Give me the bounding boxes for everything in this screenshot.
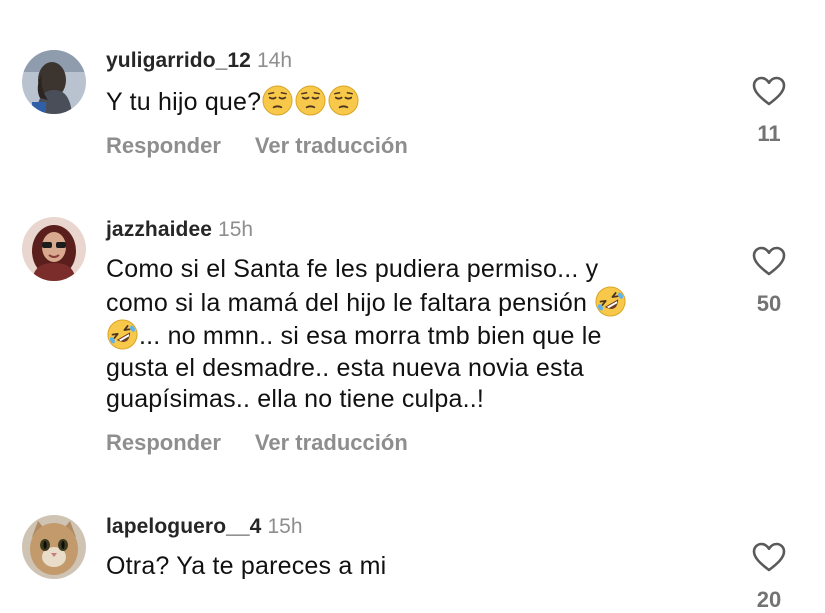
heart-outline-icon[interactable] (751, 541, 787, 573)
like-count: 20 (756, 587, 782, 612)
avatar[interactable] (22, 515, 86, 579)
comment-line: Otra? Ya te pareces a mi (106, 552, 387, 580)
comment-text: Otra? Ya te pareces a mi (106, 551, 386, 583)
comment-item: lapeloguero__4 15h Otra? Ya te pareces a … (0, 0, 825, 612)
timestamp: 15h (267, 515, 303, 538)
username[interactable]: lapeloguero__4 (106, 515, 261, 538)
comment-meta: lapeloguero__4 15h (106, 514, 303, 540)
like-control: 20 (746, 541, 792, 613)
